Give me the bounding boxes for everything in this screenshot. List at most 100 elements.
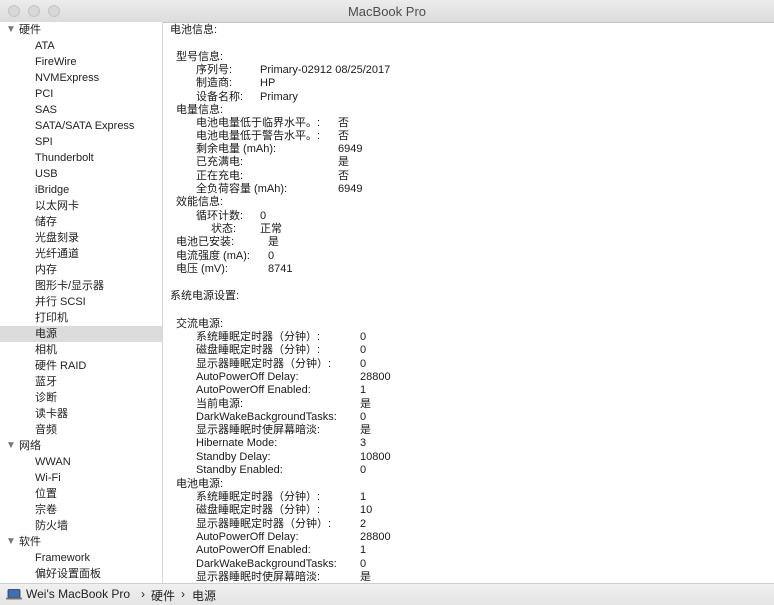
sidebar-item[interactable]: 光纤通道: [0, 246, 162, 262]
fully-charged-label: 已充满电:: [196, 156, 244, 168]
disclosure-triangle-icon[interactable]: ▼: [6, 534, 16, 550]
sidebar-item[interactable]: 防火墙: [0, 518, 162, 534]
below-warning-label: 电池电量低于警告水平。:: [196, 130, 321, 142]
full-capacity-value: 6949: [338, 183, 363, 195]
sidebar-item[interactable]: SATA/SATA Express: [0, 118, 162, 134]
sidebar-item[interactable]: Wi-Fi: [0, 470, 162, 486]
sidebar-group[interactable]: ▼ 网络: [0, 438, 162, 454]
setting-label: Hibernate Mode:: [196, 437, 278, 450]
setting-value: 0: [360, 410, 367, 423]
sidebar-item[interactable]: 位置: [0, 486, 162, 502]
sidebar-item[interactable]: 蓝牙: [0, 374, 162, 390]
breadcrumb-power[interactable]: 电源: [192, 587, 216, 604]
breadcrumb-hardware[interactable]: 硬件: [151, 587, 175, 604]
below-warning-value: 否: [338, 130, 349, 142]
battery-installed-label: 电池已安装:: [176, 236, 235, 248]
setting-label: 系统睡眠定时器（分钟）:: [196, 491, 321, 503]
below-critical-value: 否: [338, 117, 349, 129]
sidebar-item[interactable]: 内存: [0, 262, 162, 278]
sidebar-item[interactable]: WWAN: [0, 454, 162, 470]
sidebar-item[interactable]: 光盘刻录: [0, 230, 162, 246]
sidebar-item[interactable]: PCI: [0, 86, 162, 102]
battery-power-header: 电池电源:: [176, 478, 224, 490]
fully-charged-value: 是: [338, 156, 349, 168]
sidebar-item[interactable]: 电源: [0, 326, 162, 342]
sidebar-item[interactable]: 读卡器: [0, 406, 162, 422]
sidebar-group[interactable]: ▼ 软件: [0, 534, 162, 550]
sidebar-item[interactable]: NVMExpress: [0, 70, 162, 86]
voltage-value: 8741: [268, 263, 293, 275]
breadcrumb-separator: ›: [141, 587, 145, 601]
sidebar-item[interactable]: ATA: [0, 38, 162, 54]
setting-value: 1: [360, 491, 367, 503]
sidebar-group-label: 网络: [19, 440, 41, 452]
full-capacity-label: 全负荷容量 (mAh):: [196, 183, 288, 195]
condition-value: 正常: [260, 223, 282, 235]
charging-label: 正在充电:: [196, 170, 244, 182]
remaining-capacity-value: 6949: [338, 143, 363, 155]
sidebar-item[interactable]: iBridge: [0, 182, 162, 198]
sidebar-item[interactable]: 硬件 RAID: [0, 358, 162, 374]
title-bar: MacBook Pro: [0, 0, 774, 23]
setting-value: 0: [360, 464, 367, 476]
sidebar-item[interactable]: USB: [0, 166, 162, 182]
serial-label: 序列号:: [196, 64, 233, 76]
remaining-capacity-label: 剩余电量 (mAh):: [196, 143, 277, 155]
serial-value: Primary-02912 08/25/2017: [260, 64, 391, 76]
sidebar-item[interactable]: 相机: [0, 342, 162, 358]
setting-label: 系统睡眠定时器（分钟）:: [196, 331, 321, 343]
setting-label: DarkWakeBackgroundTasks:: [196, 410, 337, 423]
disclosure-triangle-icon[interactable]: ▼: [6, 22, 16, 38]
sidebar[interactable]: ▼ 硬件 ATA FireWire NVMExpress PCI SAS SATA/SATA …: [0, 22, 163, 583]
setting-value: 10: [360, 504, 373, 517]
setting-label: 显示器睡眠时使屏幕暗淡:: [196, 570, 321, 583]
setting-label: 磁盘睡眠定时器（分钟）:: [196, 504, 321, 517]
setting-label: AutoPowerOff Delay:: [196, 370, 299, 383]
maker-value: HP: [260, 77, 276, 89]
sidebar-item[interactable]: Thunderbolt: [0, 150, 162, 166]
setting-value: 是: [360, 397, 371, 410]
sidebar-item[interactable]: FireWire: [0, 54, 162, 70]
setting-value: 0: [360, 331, 367, 343]
ac-power-header: 交流电源:: [176, 318, 224, 330]
battery-info-header: 电池信息:: [170, 24, 218, 36]
sidebar-item[interactable]: SAS: [0, 102, 162, 118]
disclosure-triangle-icon[interactable]: ▼: [6, 438, 16, 454]
sidebar-item[interactable]: 诊断: [0, 390, 162, 406]
setting-label: Standby Delay:: [196, 450, 271, 463]
setting-label: 显示器睡眠定时器（分钟）:: [196, 357, 332, 370]
power-settings-header: 系统电源设置:: [170, 290, 240, 302]
setting-label: 磁盘睡眠定时器（分钟）:: [196, 344, 321, 357]
health-info-header: 效能信息:: [176, 196, 224, 208]
amperage-label: 电流强度 (mA):: [176, 250, 250, 262]
setting-label: DarkWakeBackgroundTasks:: [196, 557, 337, 570]
setting-label: AutoPowerOff Enabled:: [196, 544, 311, 557]
setting-value: 10800: [360, 450, 391, 463]
setting-value: 是: [360, 570, 371, 583]
setting-label: 当前电源:: [196, 397, 244, 410]
breadcrumb-computer[interactable]: Wei's MacBook Pro: [26, 587, 130, 601]
charge-info-header: 电量信息:: [176, 104, 224, 116]
sidebar-item[interactable]: SPI: [0, 134, 162, 150]
cycle-count-value: 0: [260, 210, 267, 222]
sidebar-item[interactable]: 以太网卡: [0, 198, 162, 214]
sidebar-item[interactable]: 音频: [0, 422, 162, 438]
sidebar-item[interactable]: Framework: [0, 550, 162, 566]
setting-value: 1: [360, 544, 367, 557]
sidebar-group[interactable]: ▼ 硬件: [0, 22, 162, 38]
sidebar-item[interactable]: 宗卷: [0, 502, 162, 518]
sidebar-item[interactable]: 储存: [0, 214, 162, 230]
charging-value: 否: [338, 170, 349, 182]
device-name-value: Primary: [260, 91, 298, 103]
sidebar-item[interactable]: 并行 SCSI: [0, 294, 162, 310]
setting-value: 是: [360, 424, 371, 437]
window-title: MacBook Pro: [347, 4, 427, 19]
setting-label: Standby Enabled:: [196, 464, 283, 476]
path-bar: Wei's MacBook Pro › 硬件 › 电源: [0, 583, 774, 605]
sidebar-item[interactable]: 图形卡/显示器: [0, 278, 162, 294]
sidebar-item[interactable]: 打印机: [0, 310, 162, 326]
sidebar-item[interactable]: 偏好设置面板: [0, 566, 162, 582]
sidebar-group-label: 硬件: [19, 24, 41, 36]
laptop-icon: [6, 589, 22, 600]
amperage-value: 0: [268, 250, 275, 262]
